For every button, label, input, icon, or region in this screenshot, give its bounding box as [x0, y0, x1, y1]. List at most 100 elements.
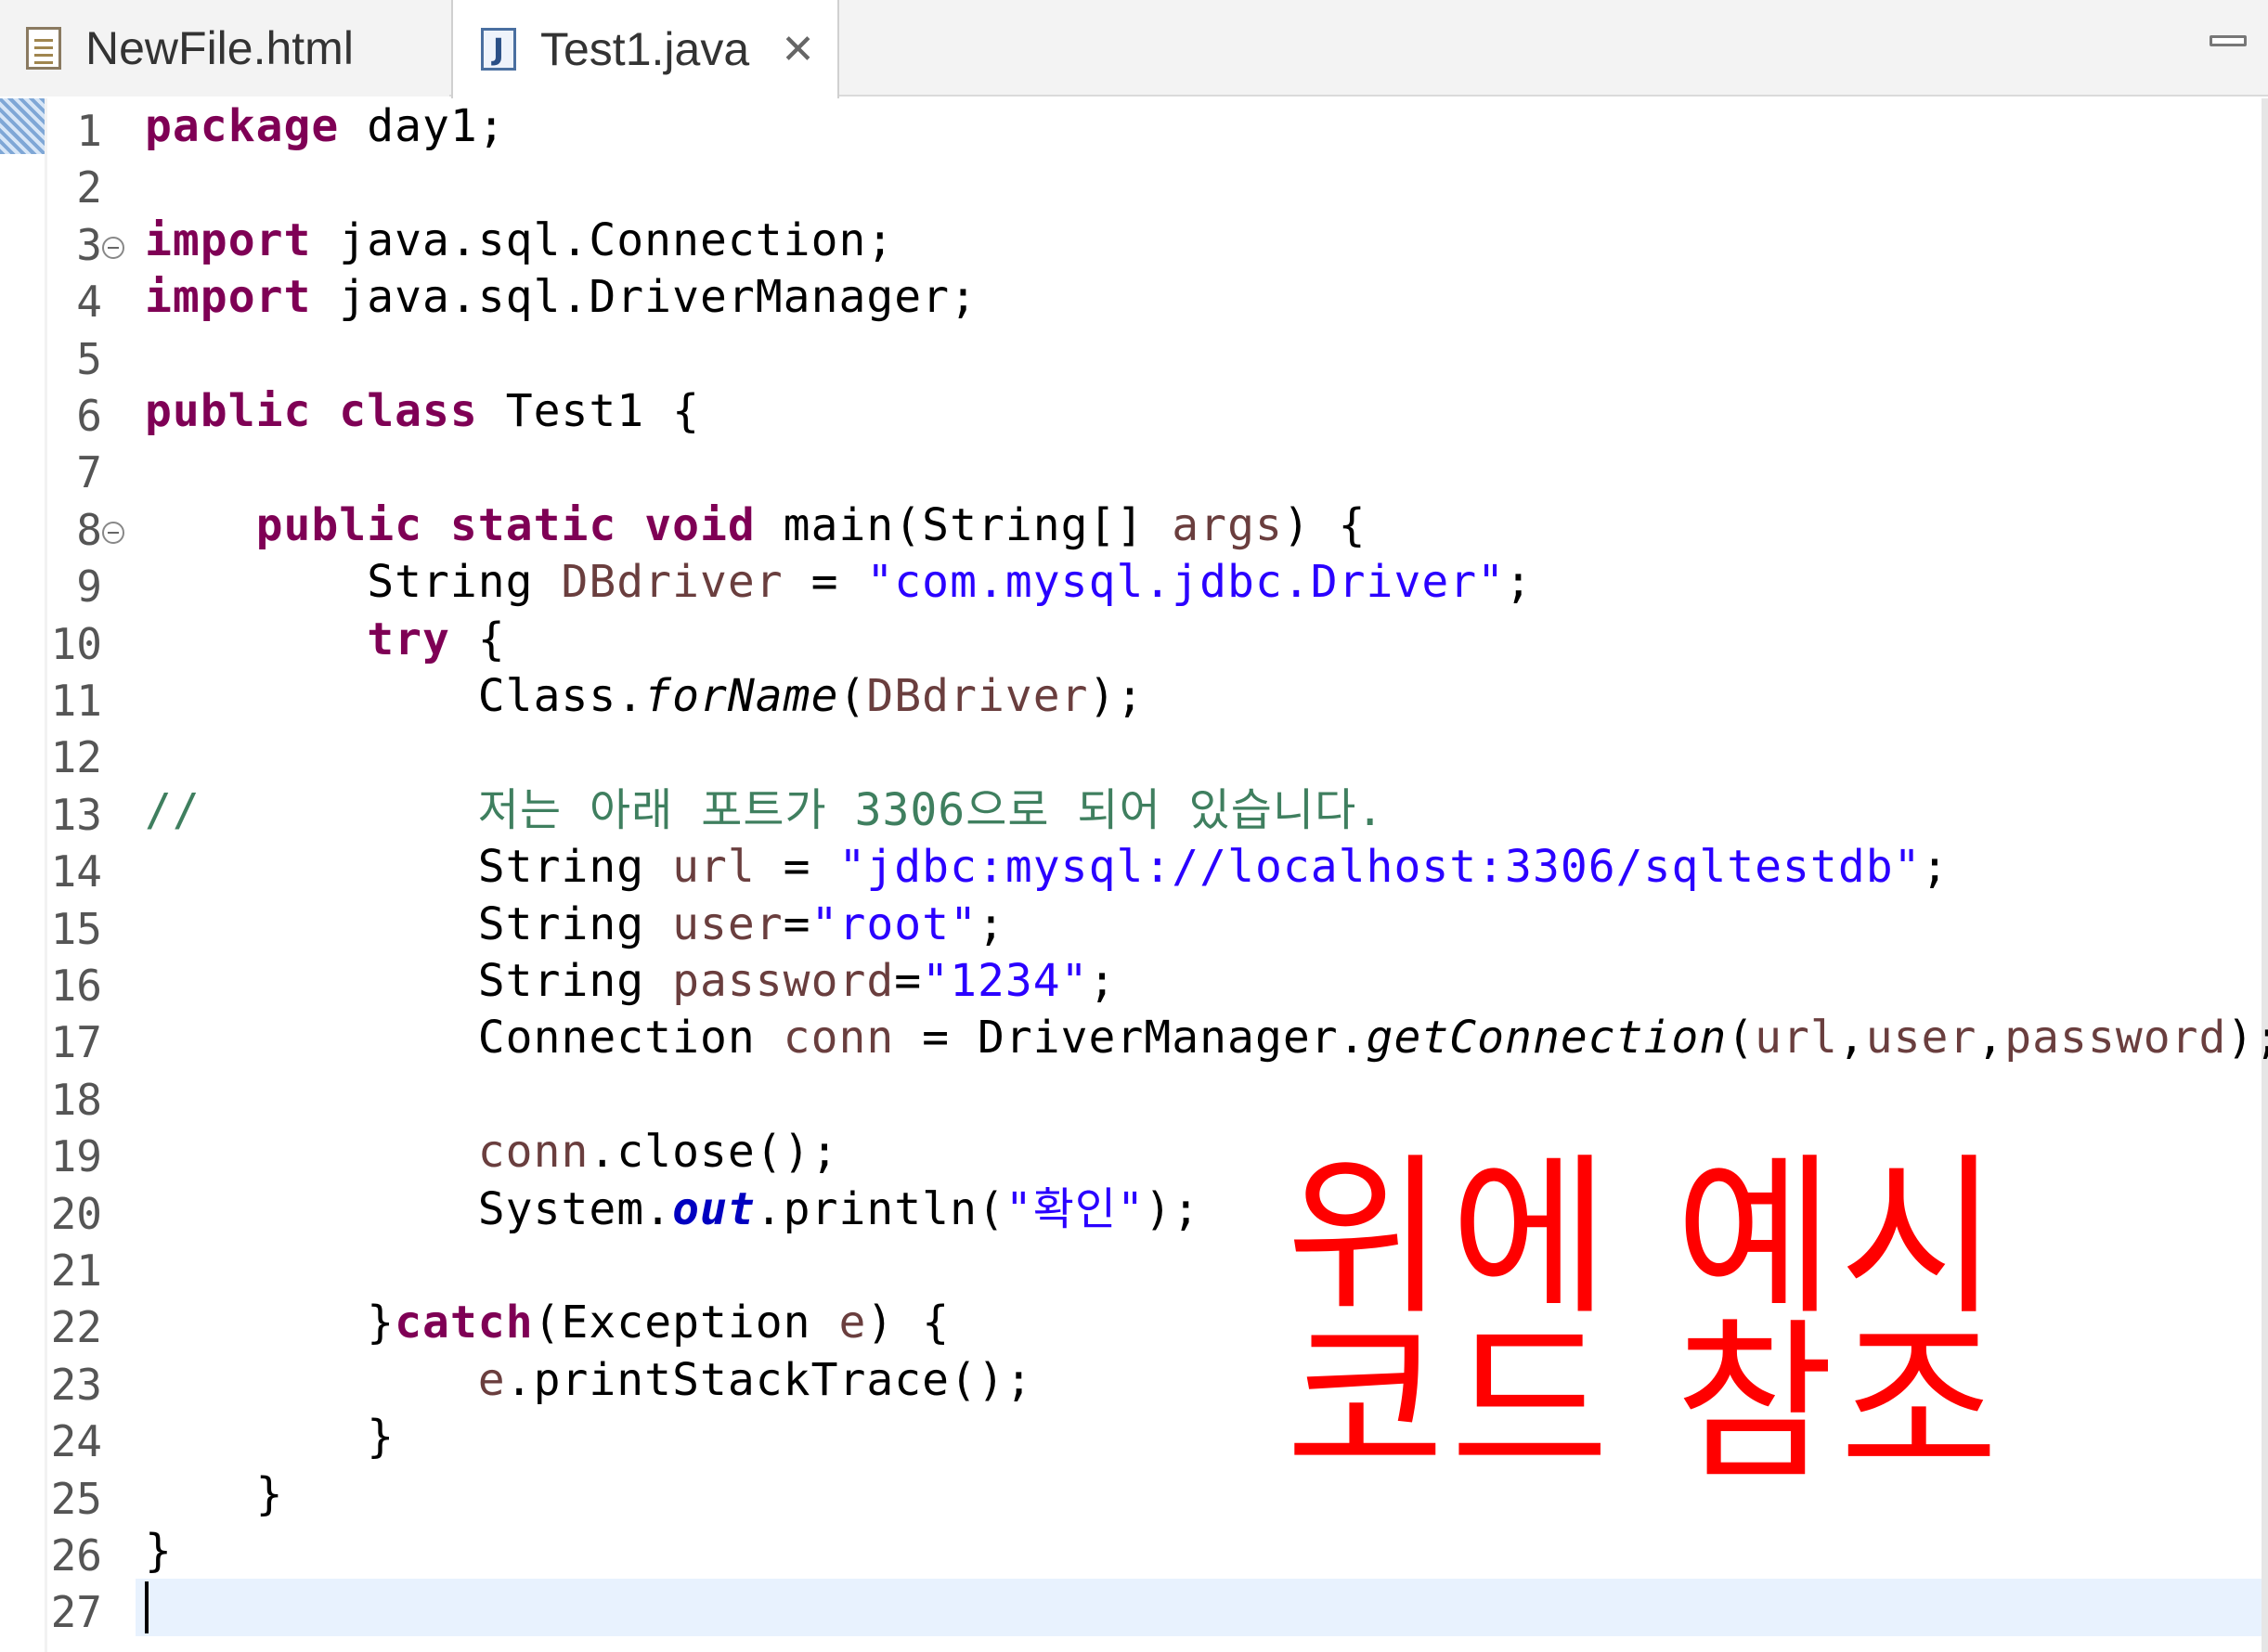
- variable: e: [838, 1297, 867, 1349]
- variable: conn: [783, 1012, 895, 1065]
- line-number: 23: [50, 1359, 102, 1410]
- code-text: try {: [145, 612, 506, 668]
- code-line: 26 }: [0, 1523, 2268, 1581]
- code-text: Class.forName(DBdriver);: [145, 668, 1144, 725]
- line-number: 27: [50, 1587, 102, 1638]
- keyword: class: [339, 385, 478, 437]
- variable: password: [672, 955, 895, 1007]
- code-text: import java.sql.Connection;: [145, 213, 894, 269]
- keyword: import: [145, 271, 312, 324]
- tab-newfile-html[interactable]: NewFile.html: [0, 0, 449, 97]
- line-number: 1: [76, 106, 102, 156]
- code-token: Connection: [145, 1012, 784, 1065]
- code-token: );: [2226, 1012, 2268, 1065]
- string-literal: "root": [810, 897, 978, 950]
- fold-toggle-icon[interactable]: [102, 236, 124, 259]
- code-token: ;: [1088, 955, 1117, 1007]
- keyword: void: [644, 498, 756, 551]
- code-token: .printStackTrace();: [505, 1353, 1033, 1406]
- line-number: 14: [50, 846, 102, 897]
- static-method: getConnection: [1366, 1012, 1728, 1065]
- code-token: );: [1088, 670, 1145, 722]
- code-text: System.out.println("확인");: [145, 1181, 1200, 1238]
- code-token: ) {: [866, 1297, 951, 1349]
- code-line: 9 String DBdriver = "com.mysql.jdbc.Driv…: [0, 554, 2268, 612]
- variable: user: [672, 897, 784, 950]
- line-number: 10: [50, 618, 102, 669]
- line-number: 13: [50, 789, 102, 840]
- variable: user: [1865, 1012, 1977, 1065]
- variable: conn: [477, 1126, 590, 1179]
- line-number: 25: [50, 1473, 102, 1524]
- line-number: 3: [76, 219, 102, 270]
- code-line: 16 String password="1234";: [0, 953, 2268, 1011]
- line-number: 2: [76, 162, 102, 213]
- code-token: (Exception: [533, 1297, 839, 1349]
- code-token: main(String[]: [755, 498, 1173, 551]
- code-token: {: [449, 613, 506, 665]
- tab-test1-java[interactable]: J Test1.java ✕: [451, 0, 839, 98]
- code-text: public static void main(String[] args) {: [145, 497, 1367, 554]
- code-token: ;: [1921, 841, 1950, 894]
- close-icon[interactable]: ✕: [781, 26, 815, 73]
- line-number: 20: [50, 1188, 102, 1239]
- string-literal: "com.mysql.jdbc.Driver": [866, 556, 1506, 609]
- fold-toggle-icon[interactable]: [102, 521, 124, 544]
- code-token: .close();: [589, 1126, 839, 1179]
- code-line: 15 String user="root";: [0, 897, 2268, 954]
- code-token: =: [894, 955, 923, 1007]
- keyword: package: [145, 100, 340, 152]
- string-literal: "확인": [1004, 1182, 1145, 1235]
- code-text: package day1;: [145, 98, 506, 155]
- code-token: ,: [1837, 1012, 1866, 1065]
- code-text: String user="root";: [145, 897, 1005, 953]
- code-token: );: [1145, 1182, 1200, 1235]
- code-token: =: [783, 556, 867, 609]
- variable: DBdriver: [866, 670, 1089, 722]
- code-token: =: [783, 897, 811, 950]
- line-number: 4: [76, 277, 102, 328]
- code-line: 17 Connection conn = DriverManager.getCo…: [0, 1010, 2268, 1068]
- code-text: import java.sql.DriverManager;: [145, 269, 978, 326]
- code-token: }: [145, 1297, 395, 1349]
- tab-label: Test1.java: [540, 23, 750, 75]
- code-text: }: [145, 1525, 173, 1577]
- code-token: String: [145, 556, 562, 609]
- code-text: String password="1234";: [145, 953, 1116, 1010]
- line-number: 6: [76, 391, 102, 441]
- code-token: System.: [145, 1182, 673, 1235]
- string-literal: "1234": [922, 955, 1089, 1007]
- code-line: 3 import java.sql.Connection;: [0, 213, 2268, 270]
- code-line: 18: [0, 1067, 2268, 1125]
- line-number: 26: [50, 1530, 102, 1581]
- code-text: }catch(Exception e) {: [145, 1295, 950, 1351]
- variable: url: [672, 841, 756, 894]
- minimize-icon[interactable]: [2210, 35, 2247, 46]
- string-literal: "jdbc:mysql://localhost:3306/sqltestdb": [838, 841, 1922, 894]
- code-line: 4 import java.sql.DriverManager;: [0, 269, 2268, 328]
- line-number: 15: [50, 903, 102, 954]
- code-token: java.sql.DriverManager;: [311, 271, 978, 324]
- code-text: e.printStackTrace();: [145, 1352, 1033, 1409]
- code-text: String DBdriver = "com.mysql.jdbc.Driver…: [145, 554, 1533, 611]
- static-method: forName: [644, 670, 839, 722]
- code-line: 12: [0, 725, 2268, 782]
- code-token: String: [145, 897, 673, 950]
- code-line: 2: [0, 155, 2268, 213]
- line-number: 17: [50, 1017, 102, 1068]
- code-line: 11 Class.forName(DBdriver);: [0, 668, 2268, 726]
- code-line: 5: [0, 327, 2268, 384]
- code-line: 13 // 저는 아래 포트가 3306으로 되어 있습니다.: [0, 782, 2268, 840]
- java-file-icon: J: [481, 28, 516, 71]
- variable: password: [2004, 1012, 2227, 1065]
- keyword: catch: [395, 1297, 534, 1349]
- line-number: 19: [50, 1131, 102, 1182]
- html-file-icon: [26, 27, 61, 70]
- variable: DBdriver: [561, 556, 784, 609]
- code-token: .println(: [755, 1182, 1005, 1235]
- code-token: ;: [1505, 556, 1533, 609]
- code-line: 1 package day1;: [0, 98, 2268, 156]
- editor-tab-bar: NewFile.html J Test1.java ✕: [0, 0, 2268, 98]
